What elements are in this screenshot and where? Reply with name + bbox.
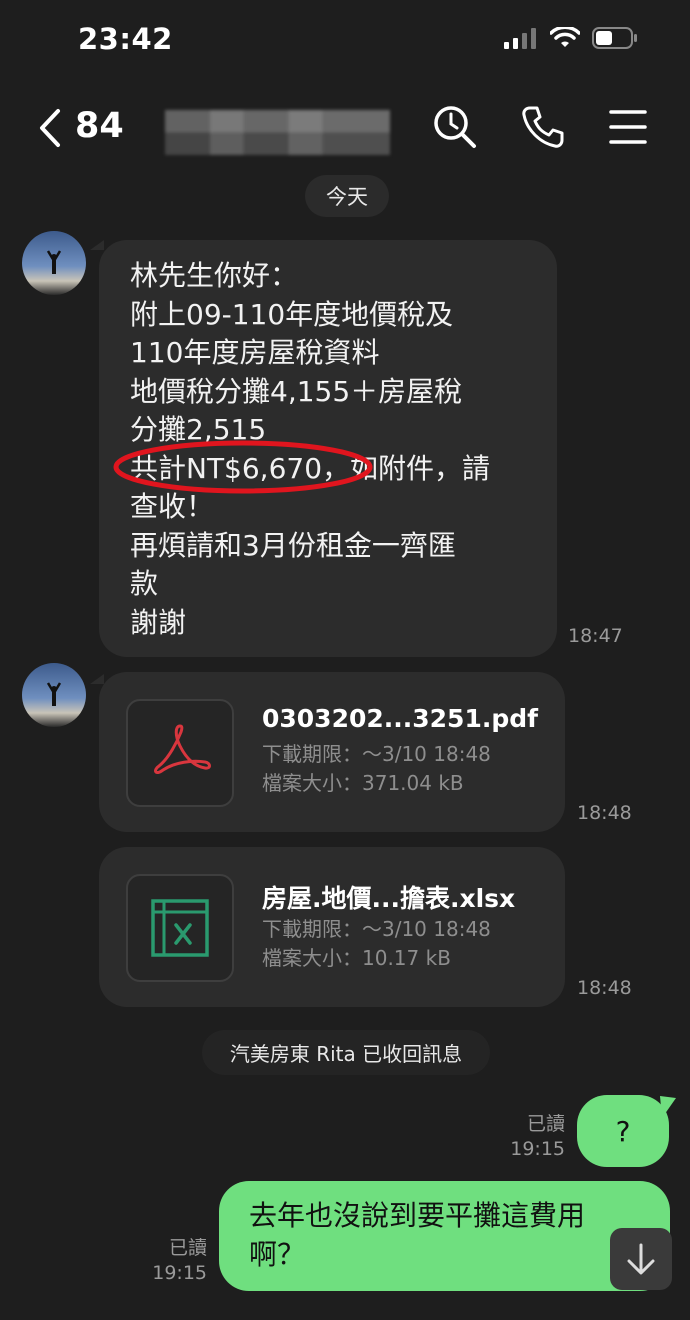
status-time: 23:42 bbox=[78, 22, 173, 56]
message-timestamp: 18:47 bbox=[568, 625, 623, 647]
highlight-circle bbox=[113, 440, 373, 494]
file-name: 0303202...3251.pdf bbox=[262, 704, 539, 733]
read-label: 已讀 bbox=[168, 1237, 207, 1259]
search-icon[interactable] bbox=[432, 104, 478, 150]
avatar-image bbox=[46, 250, 62, 274]
outgoing-bubble[interactable]: 去年也沒說到要平攤這費用 啊？ bbox=[219, 1181, 670, 1291]
file-size: 檔案大小：10.17 kB bbox=[262, 946, 451, 970]
read-label: 已讀 bbox=[526, 1113, 565, 1135]
message-timestamp: 18:48 bbox=[577, 802, 632, 824]
contact-name-blurred bbox=[165, 110, 390, 155]
file-expiry: 下載期限：～3/10 18:48 bbox=[262, 742, 491, 766]
avatar-image bbox=[46, 682, 62, 706]
date-separator: 今天 bbox=[305, 175, 389, 217]
excel-icon bbox=[151, 899, 209, 957]
avatar[interactable] bbox=[22, 663, 86, 727]
read-receipt: 已讀 19:15 bbox=[147, 1236, 207, 1286]
scroll-to-bottom-button[interactable] bbox=[610, 1228, 672, 1290]
file-attachment-pdf[interactable]: 0303202...3251.pdf 下載期限：～3/10 18:48 檔案大小… bbox=[99, 672, 565, 832]
read-receipt: 已讀 19:15 bbox=[505, 1112, 565, 1162]
outgoing-text: ? bbox=[615, 1114, 631, 1148]
outgoing-text: 去年也沒說到要平攤這費用 啊？ bbox=[249, 1199, 586, 1271]
battery-icon bbox=[592, 27, 637, 49]
wifi-icon bbox=[550, 27, 580, 47]
arrow-down-icon bbox=[627, 1243, 655, 1275]
file-icon-box bbox=[126, 874, 234, 982]
status-icons bbox=[504, 26, 638, 50]
file-name: 房屋.地價...擔表.xlsx bbox=[262, 884, 516, 913]
recalled-message-notice: 汽美房東 Rita 已收回訊息 bbox=[202, 1030, 490, 1075]
outgoing-bubble[interactable]: ? bbox=[577, 1095, 669, 1167]
file-attachment-xlsx[interactable]: 房屋.地價...擔表.xlsx 下載期限：～3/10 18:48 檔案大小：10… bbox=[99, 847, 565, 1007]
read-time: 19:15 bbox=[510, 1138, 565, 1160]
file-expiry: 下載期限：～3/10 18:48 bbox=[262, 917, 491, 941]
unread-count[interactable]: 84 bbox=[75, 106, 124, 146]
bubble-tail bbox=[90, 240, 104, 250]
signal-icon bbox=[504, 28, 536, 49]
back-chevron-icon[interactable] bbox=[36, 108, 66, 148]
avatar[interactable] bbox=[22, 231, 86, 295]
bubble-tail bbox=[90, 674, 104, 684]
pdf-icon bbox=[154, 724, 211, 774]
read-time: 19:15 bbox=[152, 1262, 207, 1284]
bubble-tail bbox=[660, 1096, 676, 1118]
menu-icon[interactable] bbox=[608, 104, 648, 150]
phone-icon[interactable] bbox=[520, 104, 566, 150]
message-timestamp: 18:48 bbox=[577, 977, 632, 999]
file-icon-box bbox=[126, 699, 234, 807]
file-size: 檔案大小：371.04 kB bbox=[262, 771, 464, 795]
